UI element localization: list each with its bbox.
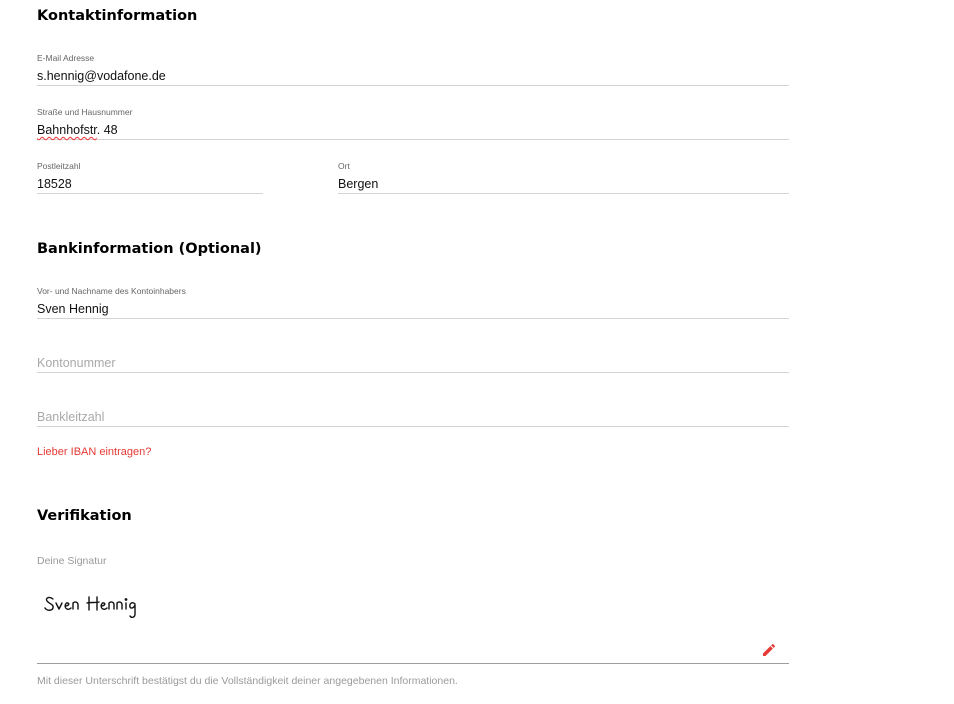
- signature-label: Deine Signatur: [37, 555, 107, 567]
- zip-label: Postleitzahl: [37, 161, 81, 171]
- city-field[interactable]: Ort Bergen: [338, 158, 789, 194]
- signature-drawing: [44, 596, 136, 618]
- bank-section-title: Bankinformation (Optional): [37, 241, 262, 257]
- city-value[interactable]: Bergen: [338, 177, 378, 192]
- account-holder-field[interactable]: Vor- und Nachname des Kontoinhabers Sven…: [37, 283, 789, 319]
- email-value[interactable]: s.hennig@vodafone.de: [37, 69, 166, 84]
- street-value-misspelled: Bahnhofstr: [37, 123, 97, 137]
- contact-section-title: Kontaktinformation: [37, 8, 198, 24]
- signature-pad[interactable]: [37, 575, 789, 664]
- street-value[interactable]: Bahnhofstr. 48: [37, 123, 118, 138]
- account-holder-value[interactable]: Sven Hennig: [37, 302, 109, 317]
- email-field[interactable]: E-Mail Adresse s.hennig@vodafone.de: [37, 50, 789, 86]
- street-value-rest: . 48: [96, 123, 118, 137]
- verification-section-title: Verifikation: [37, 508, 132, 524]
- iban-link[interactable]: Lieber IBAN eintragen?: [37, 446, 151, 459]
- account-number-input[interactable]: [37, 355, 777, 371]
- zip-field[interactable]: Postleitzahl 18528: [37, 158, 263, 194]
- street-field[interactable]: Straße und Hausnummer Bahnhofstr. 48: [37, 104, 789, 140]
- zip-value[interactable]: 18528: [37, 177, 72, 192]
- bank-code-input[interactable]: [37, 409, 777, 425]
- pencil-icon[interactable]: [761, 642, 777, 658]
- email-label: E-Mail Adresse: [37, 53, 95, 63]
- account-holder-label: Vor- und Nachname des Kontoinhabers: [37, 286, 186, 296]
- street-label: Straße und Hausnummer: [37, 107, 133, 117]
- bank-code-field[interactable]: [37, 391, 789, 427]
- city-label: Ort: [338, 161, 350, 171]
- account-number-field[interactable]: [37, 337, 789, 373]
- signature-disclaimer: Mit dieser Unterschrift bestätigst du di…: [37, 675, 458, 687]
